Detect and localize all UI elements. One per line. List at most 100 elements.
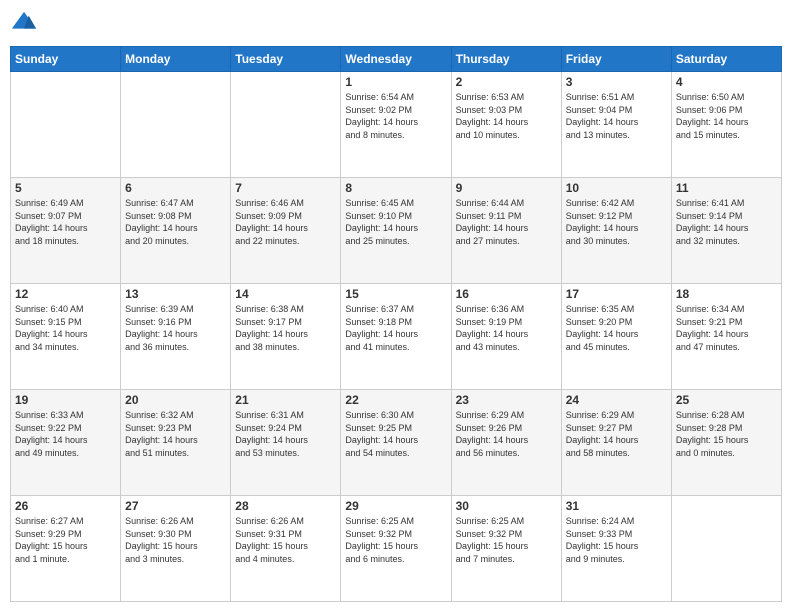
day-info: Sunrise: 6:26 AM Sunset: 9:30 PM Dayligh… <box>125 515 226 565</box>
calendar-cell: 12Sunrise: 6:40 AM Sunset: 9:15 PM Dayli… <box>11 284 121 390</box>
day-number: 23 <box>456 393 557 407</box>
day-info: Sunrise: 6:37 AM Sunset: 9:18 PM Dayligh… <box>345 303 446 353</box>
day-info: Sunrise: 6:53 AM Sunset: 9:03 PM Dayligh… <box>456 91 557 141</box>
day-info: Sunrise: 6:24 AM Sunset: 9:33 PM Dayligh… <box>566 515 667 565</box>
calendar-cell: 15 Sunrise: 6:37 AM Sunset: 9:18 PM Dayli… <box>341 284 451 390</box>
calendar-cell: 18 Sunrise: 6:34 AM Sunset: 9:21 PM Dayli… <box>671 284 781 390</box>
calendar-day-header: Friday <box>561 47 671 72</box>
calendar-cell: 6 Sunrise: 6:47 AM Sunset: 9:08 PM Daylig… <box>121 178 231 284</box>
day-info: Sunrise: 6:27 AM Sunset: 9:29 PM Dayligh… <box>15 515 116 565</box>
day-number: 6 <box>125 181 226 195</box>
day-number: 15 <box>345 287 446 301</box>
calendar-cell: 25Sunrise: 6:28 AM Sunset: 9:28 PM Dayli… <box>671 390 781 496</box>
calendar-day-header: Monday <box>121 47 231 72</box>
logo-icon <box>10 10 38 38</box>
day-number: 19 <box>15 393 116 407</box>
day-number: 5 <box>15 181 116 195</box>
day-info: Sunrise: 6:54 AM Sunset: 9:02 PM Dayligh… <box>345 91 446 141</box>
calendar-week-row: 19 Sunrise: 6:33 AM Sunset: 9:22 PM Dayli… <box>11 390 782 496</box>
day-number: 18 <box>676 287 777 301</box>
calendar-day-header: Thursday <box>451 47 561 72</box>
day-number: 22 <box>345 393 446 407</box>
day-info: Sunrise: 6:25 AM Sunset: 9:32 PM Dayligh… <box>345 515 446 565</box>
day-info: Sunrise: 6:25 AM Sunset: 9:32 PM Dayligh… <box>456 515 557 565</box>
day-info: Sunrise: 6:33 AM Sunset: 9:22 PM Dayligh… <box>15 409 116 459</box>
calendar-cell: 10 Sunrise: 6:42 AM Sunset: 9:12 PM Dayli… <box>561 178 671 284</box>
calendar-cell: 27 Sunrise: 6:26 AM Sunset: 9:30 PM Dayli… <box>121 496 231 602</box>
calendar-cell: 24 Sunrise: 6:29 AM Sunset: 9:27 PM Dayli… <box>561 390 671 496</box>
day-number: 14 <box>235 287 336 301</box>
day-number: 30 <box>456 499 557 513</box>
calendar-cell: 31 Sunrise: 6:24 AM Sunset: 9:33 PM Dayli… <box>561 496 671 602</box>
calendar-cell: 5 Sunrise: 6:49 AM Sunset: 9:07 PM Daylig… <box>11 178 121 284</box>
day-info: Sunrise: 6:39 AM Sunset: 9:16 PM Dayligh… <box>125 303 226 353</box>
calendar-day-header: Tuesday <box>231 47 341 72</box>
calendar-cell <box>121 72 231 178</box>
day-info: Sunrise: 6:31 AM Sunset: 9:24 PM Dayligh… <box>235 409 336 459</box>
calendar-cell: 7 Sunrise: 6:46 AM Sunset: 9:09 PM Daylig… <box>231 178 341 284</box>
calendar-cell: 3 Sunrise: 6:51 AM Sunset: 9:04 PM Daylig… <box>561 72 671 178</box>
calendar-cell: 8 Sunrise: 6:45 AM Sunset: 9:10 PM Daylig… <box>341 178 451 284</box>
calendar-cell: 19 Sunrise: 6:33 AM Sunset: 9:22 PM Dayli… <box>11 390 121 496</box>
day-number: 20 <box>125 393 226 407</box>
day-number: 2 <box>456 75 557 89</box>
day-info: Sunrise: 6:28 AM Sunset: 9:28 PM Dayligh… <box>676 409 777 459</box>
calendar-cell <box>231 72 341 178</box>
calendar-cell: 1 Sunrise: 6:54 AM Sunset: 9:02 PM Daylig… <box>341 72 451 178</box>
day-number: 29 <box>345 499 446 513</box>
day-number: 3 <box>566 75 667 89</box>
calendar-week-row: 26Sunrise: 6:27 AM Sunset: 9:29 PM Dayli… <box>11 496 782 602</box>
calendar-cell: 13 Sunrise: 6:39 AM Sunset: 9:16 PM Dayli… <box>121 284 231 390</box>
day-info: Sunrise: 6:42 AM Sunset: 9:12 PM Dayligh… <box>566 197 667 247</box>
calendar-cell <box>11 72 121 178</box>
day-number: 27 <box>125 499 226 513</box>
day-number: 21 <box>235 393 336 407</box>
day-info: Sunrise: 6:29 AM Sunset: 9:27 PM Dayligh… <box>566 409 667 459</box>
day-info: Sunrise: 6:49 AM Sunset: 9:07 PM Dayligh… <box>15 197 116 247</box>
calendar-week-row: 12Sunrise: 6:40 AM Sunset: 9:15 PM Dayli… <box>11 284 782 390</box>
calendar-week-row: 1 Sunrise: 6:54 AM Sunset: 9:02 PM Daylig… <box>11 72 782 178</box>
day-info: Sunrise: 6:47 AM Sunset: 9:08 PM Dayligh… <box>125 197 226 247</box>
day-number: 10 <box>566 181 667 195</box>
day-number: 16 <box>456 287 557 301</box>
calendar-cell: 20Sunrise: 6:32 AM Sunset: 9:23 PM Dayli… <box>121 390 231 496</box>
day-info: Sunrise: 6:44 AM Sunset: 9:11 PM Dayligh… <box>456 197 557 247</box>
day-number: 8 <box>345 181 446 195</box>
calendar-cell: 2 Sunrise: 6:53 AM Sunset: 9:03 PM Daylig… <box>451 72 561 178</box>
page: SundayMondayTuesdayWednesdayThursdayFrid… <box>0 0 792 612</box>
calendar-cell: 30 Sunrise: 6:25 AM Sunset: 9:32 PM Dayli… <box>451 496 561 602</box>
day-number: 7 <box>235 181 336 195</box>
day-info: Sunrise: 6:51 AM Sunset: 9:04 PM Dayligh… <box>566 91 667 141</box>
calendar-cell: 4 Sunrise: 6:50 AM Sunset: 9:06 PM Daylig… <box>671 72 781 178</box>
day-info: Sunrise: 6:38 AM Sunset: 9:17 PM Dayligh… <box>235 303 336 353</box>
calendar-week-row: 5 Sunrise: 6:49 AM Sunset: 9:07 PM Daylig… <box>11 178 782 284</box>
calendar-day-header: Sunday <box>11 47 121 72</box>
day-number: 28 <box>235 499 336 513</box>
calendar-day-header: Wednesday <box>341 47 451 72</box>
calendar-cell: 22 Sunrise: 6:30 AM Sunset: 9:25 PM Dayli… <box>341 390 451 496</box>
calendar-cell: 21 Sunrise: 6:31 AM Sunset: 9:24 PM Dayli… <box>231 390 341 496</box>
calendar-cell: 28Sunrise: 6:26 AM Sunset: 9:31 PM Dayli… <box>231 496 341 602</box>
day-number: 1 <box>345 75 446 89</box>
calendar-cell: 29 Sunrise: 6:25 AM Sunset: 9:32 PM Dayli… <box>341 496 451 602</box>
calendar-cell: 11Sunrise: 6:41 AM Sunset: 9:14 PM Dayli… <box>671 178 781 284</box>
day-info: Sunrise: 6:46 AM Sunset: 9:09 PM Dayligh… <box>235 197 336 247</box>
calendar: SundayMondayTuesdayWednesdayThursdayFrid… <box>10 46 782 602</box>
calendar-cell <box>671 496 781 602</box>
day-number: 4 <box>676 75 777 89</box>
day-info: Sunrise: 6:45 AM Sunset: 9:10 PM Dayligh… <box>345 197 446 247</box>
day-info: Sunrise: 6:40 AM Sunset: 9:15 PM Dayligh… <box>15 303 116 353</box>
calendar-day-header: Saturday <box>671 47 781 72</box>
header <box>10 10 782 38</box>
day-number: 11 <box>676 181 777 195</box>
calendar-cell: 16 Sunrise: 6:36 AM Sunset: 9:19 PM Dayli… <box>451 284 561 390</box>
day-info: Sunrise: 6:50 AM Sunset: 9:06 PM Dayligh… <box>676 91 777 141</box>
day-info: Sunrise: 6:30 AM Sunset: 9:25 PM Dayligh… <box>345 409 446 459</box>
day-number: 13 <box>125 287 226 301</box>
day-info: Sunrise: 6:36 AM Sunset: 9:19 PM Dayligh… <box>456 303 557 353</box>
day-number: 24 <box>566 393 667 407</box>
day-number: 17 <box>566 287 667 301</box>
day-number: 31 <box>566 499 667 513</box>
day-info: Sunrise: 6:34 AM Sunset: 9:21 PM Dayligh… <box>676 303 777 353</box>
calendar-cell: 23Sunrise: 6:29 AM Sunset: 9:26 PM Dayli… <box>451 390 561 496</box>
